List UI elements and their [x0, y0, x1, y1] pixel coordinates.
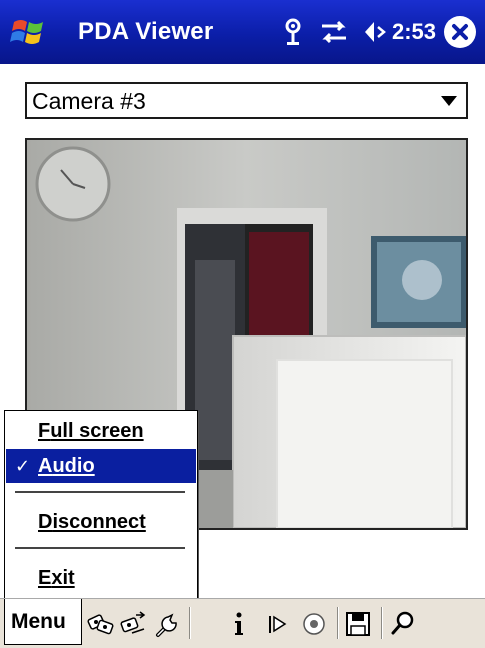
menu-item-full-screen-accesskey: F: [38, 420, 51, 442]
checkmark-icon: ✓: [15, 456, 31, 476]
title-bar: PDA Viewer 2:53: [0, 0, 485, 64]
toolbar-divider: [337, 607, 339, 639]
zoom-icon[interactable]: [388, 609, 418, 639]
menu-item-exit[interactable]: Exit: [6, 561, 196, 595]
save-icon[interactable]: [343, 609, 373, 639]
close-icon: [452, 24, 468, 40]
toolbar-divider: [381, 607, 383, 639]
settings-icon[interactable]: [152, 609, 182, 639]
camera-select-value: Camera #3: [32, 88, 146, 114]
antenna-icon[interactable]: [282, 18, 304, 46]
connect-icon[interactable]: [118, 609, 148, 639]
cameras-icon[interactable]: [86, 609, 116, 639]
menu-item-audio[interactable]: ✓ Audio: [6, 449, 196, 483]
sync-icon[interactable]: [318, 20, 350, 44]
camera-select[interactable]: Camera #3: [25, 82, 468, 119]
menu-button[interactable]: Menu: [4, 599, 82, 645]
bottom-toolbar: Menu: [0, 598, 485, 648]
menu-item-audio-label: udio: [52, 455, 95, 477]
menu-divider: [15, 491, 185, 493]
toolbar-divider: [189, 607, 191, 639]
menu-item-disconnect-accesskey: D: [38, 511, 53, 533]
menu-item-exit-label: xit: [51, 567, 75, 589]
clock[interactable]: 2:53: [392, 19, 436, 45]
info-icon[interactable]: [224, 609, 254, 639]
menu-item-disconnect-label: isconnect: [52, 511, 146, 533]
record-icon[interactable]: [299, 609, 329, 639]
menu-item-disconnect[interactable]: Disconnect: [6, 505, 196, 539]
app-title: PDA Viewer: [78, 18, 214, 45]
close-button[interactable]: [444, 16, 476, 48]
menu-item-audio-accesskey: A: [38, 455, 53, 477]
menu-item-full-screen[interactable]: Full screen: [6, 414, 196, 448]
menu-button-label: Menu: [11, 610, 66, 633]
chevron-down-icon[interactable]: [441, 96, 457, 106]
volume-icon[interactable]: [360, 20, 390, 44]
menu-divider: [15, 547, 185, 549]
menu-item-exit-accesskey: E: [38, 567, 52, 589]
menu-item-full-screen-label: ull screen: [50, 420, 144, 442]
popup-menu: Full screen ✓ Audio Disconnect Exit: [4, 410, 198, 608]
windows-start-icon[interactable]: [8, 12, 48, 52]
ptz-icon[interactable]: [262, 609, 292, 639]
